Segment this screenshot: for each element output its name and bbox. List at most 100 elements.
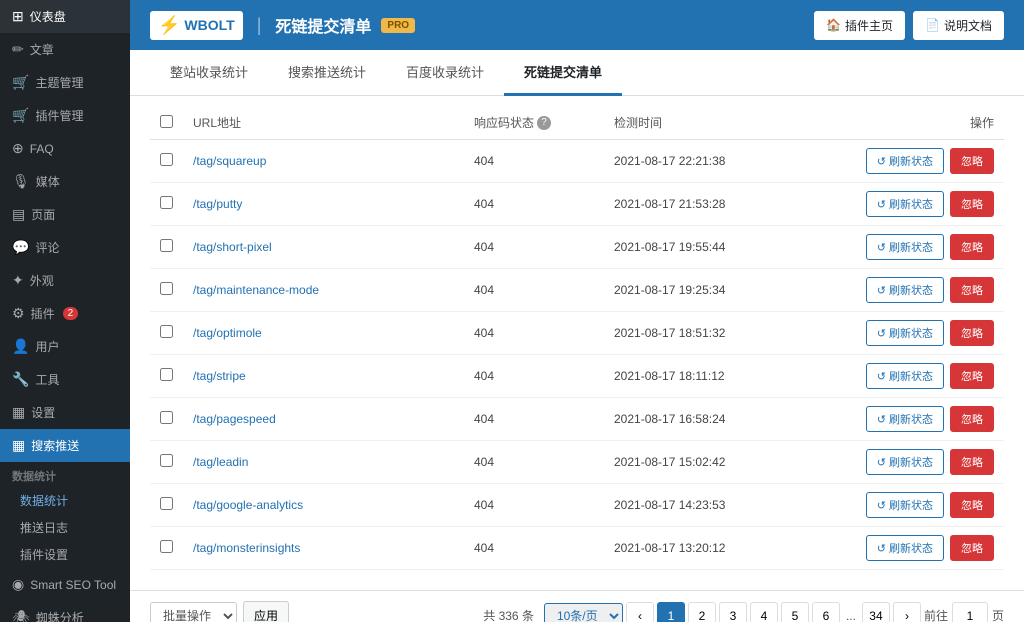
refresh-status-button[interactable]: ↺ 刷新状态 (866, 277, 944, 303)
ignore-button[interactable]: 忽略 (950, 535, 994, 561)
ignore-button[interactable]: 忽略 (950, 191, 994, 217)
goto-unit: 页 (992, 607, 1004, 622)
docs-button[interactable]: 📄 说明文档 (913, 11, 1004, 40)
sidebar-item-appearance[interactable]: ✦ 外观 (0, 264, 130, 297)
page-6-button[interactable]: 6 (812, 602, 840, 622)
sidebar-item-spider[interactable]: 🕷 蜘蛛分析 (0, 601, 130, 622)
ignore-button[interactable]: 忽略 (950, 234, 994, 260)
sidebar-item-settings[interactable]: ▦ 设置 (0, 396, 130, 429)
row-checkbox[interactable] (160, 196, 173, 209)
refresh-status-button[interactable]: ↺ 刷新状态 (866, 406, 944, 432)
refresh-status-button[interactable]: ↺ 刷新状态 (866, 320, 944, 346)
sidebar-item-media[interactable]: 🎙 媒体 (0, 165, 130, 198)
header: ⚡ WBOLT | 死链提交清单 PRO 🏠 插件主页 📄 说明文档 (130, 0, 1024, 50)
row-checkbox[interactable] (160, 368, 173, 381)
sidebar-item-pages[interactable]: ▤ 页面 (0, 198, 130, 231)
plugin-home-button[interactable]: 🏠 插件主页 (814, 11, 905, 40)
bulk-action-select[interactable]: 批量操作 (150, 602, 237, 622)
page-prev-button[interactable]: ‹ (626, 602, 654, 622)
ignore-button[interactable]: 忽略 (950, 277, 994, 303)
page-1-button[interactable]: 1 (657, 602, 685, 622)
sidebar-item-posts[interactable]: ✏ 文章 (0, 33, 130, 66)
page-34-button[interactable]: 34 (862, 602, 890, 622)
row-url-link[interactable]: /tag/leadin (193, 455, 248, 469)
page-next-button[interactable]: › (893, 602, 921, 622)
refresh-icon: ↺ (877, 155, 886, 168)
refresh-status-button[interactable]: ↺ 刷新状态 (866, 148, 944, 174)
row-action-buttons: ↺ 刷新状态 忽略 (814, 449, 994, 475)
sidebar-item-plugin-mgmt[interactable]: 🛒 插件管理 (0, 99, 130, 132)
ignore-button[interactable]: 忽略 (950, 363, 994, 389)
refresh-icon: ↺ (877, 198, 886, 211)
row-url-link[interactable]: /tag/putty (193, 197, 242, 211)
row-url-link[interactable]: /tag/optimole (193, 326, 262, 340)
apply-button[interactable]: 应用 (243, 601, 289, 622)
sidebar-sub-plugin-settings[interactable]: 插件设置 (0, 541, 130, 568)
page-3-button[interactable]: 3 (719, 602, 747, 622)
refresh-status-button[interactable]: ↺ 刷新状态 (866, 234, 944, 260)
row-action-cell: ↺ 刷新状态 忽略 (804, 183, 1004, 226)
row-url-link[interactable]: /tag/pagespeed (193, 412, 276, 426)
row-url-link[interactable]: /tag/monsterinsights (193, 541, 300, 555)
search-push-icon: ▦ (12, 437, 25, 454)
ignore-button[interactable]: 忽略 (950, 449, 994, 475)
row-checkbox-cell (150, 484, 183, 527)
row-checkbox[interactable] (160, 239, 173, 252)
tab-dead-links[interactable]: 死链提交清单 (504, 50, 622, 96)
row-checkbox[interactable] (160, 325, 173, 338)
sidebar-section-data: 数据统计 (0, 462, 130, 487)
sidebar-item-plugins[interactable]: ⚙ 插件 2 (0, 297, 130, 330)
sidebar-item-tools[interactable]: 🔧 工具 (0, 363, 130, 396)
refresh-status-button[interactable]: ↺ 刷新状态 (866, 449, 944, 475)
ignore-button[interactable]: 忽略 (950, 320, 994, 346)
row-url-link[interactable]: /tag/google-analytics (193, 498, 303, 512)
page-2-button[interactable]: 2 (688, 602, 716, 622)
ignore-button[interactable]: 忽略 (950, 406, 994, 432)
select-all-checkbox[interactable] (160, 115, 173, 128)
refresh-status-button[interactable]: ↺ 刷新状态 (866, 363, 944, 389)
sidebar-sub-push-log[interactable]: 推送日志 (0, 514, 130, 541)
sidebar-item-theme-mgmt[interactable]: 🛒 主题管理 (0, 66, 130, 99)
row-status-cell: 404 (464, 312, 604, 355)
goto-input[interactable] (952, 602, 988, 622)
row-url-link[interactable]: /tag/stripe (193, 369, 246, 383)
refresh-label: 刷新状态 (889, 411, 933, 427)
row-action-cell: ↺ 刷新状态 忽略 (804, 226, 1004, 269)
refresh-status-button[interactable]: ↺ 刷新状态 (866, 535, 944, 561)
row-checkbox[interactable] (160, 540, 173, 553)
sidebar-item-users[interactable]: 👤 用户 (0, 330, 130, 363)
refresh-status-button[interactable]: ↺ 刷新状态 (866, 492, 944, 518)
row-url-link[interactable]: /tag/short-pixel (193, 240, 272, 254)
tab-baidu-stats[interactable]: 百度收录统计 (386, 50, 504, 96)
th-status: 响应码状态 ? (464, 106, 604, 140)
sidebar-item-dashboard[interactable]: ⊞ 仪表盘 (0, 0, 130, 33)
row-checkbox[interactable] (160, 497, 173, 510)
row-checkbox[interactable] (160, 153, 173, 166)
page-4-button[interactable]: 4 (750, 602, 778, 622)
row-checkbox[interactable] (160, 282, 173, 295)
ignore-button[interactable]: 忽略 (950, 148, 994, 174)
row-checkbox[interactable] (160, 454, 173, 467)
page-5-button[interactable]: 5 (781, 602, 809, 622)
refresh-label: 刷新状态 (889, 196, 933, 212)
table-row: /tag/pagespeed 404 2021-08-17 16:58:24 ↺… (150, 398, 1004, 441)
sidebar-item-faq[interactable]: ⊕ FAQ (0, 132, 130, 165)
sidebar-sub-data-stats[interactable]: 数据统计 (0, 487, 130, 514)
row-status-cell: 404 (464, 269, 604, 312)
refresh-label: 刷新状态 (889, 239, 933, 255)
page-size-select[interactable]: 10条/页 20条/页 50条/页 (544, 603, 623, 622)
ignore-button[interactable]: 忽略 (950, 492, 994, 518)
tab-site-stats[interactable]: 整站收录统计 (150, 50, 268, 96)
status-info-icon[interactable]: ? (537, 116, 551, 130)
sidebar-item-comments[interactable]: 💬 评论 (0, 231, 130, 264)
sidebar-item-smart-seo[interactable]: ◉ Smart SEO Tool (0, 568, 130, 601)
row-url-link[interactable]: /tag/maintenance-mode (193, 283, 319, 297)
sidebar-item-search-push[interactable]: ▦ 搜索推送 (0, 429, 130, 462)
row-checkbox-cell (150, 527, 183, 570)
table-row: /tag/leadin 404 2021-08-17 15:02:42 ↺ 刷新… (150, 441, 1004, 484)
row-checkbox[interactable] (160, 411, 173, 424)
tab-search-push-stats[interactable]: 搜索推送统计 (268, 50, 386, 96)
refresh-status-button[interactable]: ↺ 刷新状态 (866, 191, 944, 217)
row-checkbox-cell (150, 441, 183, 484)
row-url-link[interactable]: /tag/squareup (193, 154, 266, 168)
